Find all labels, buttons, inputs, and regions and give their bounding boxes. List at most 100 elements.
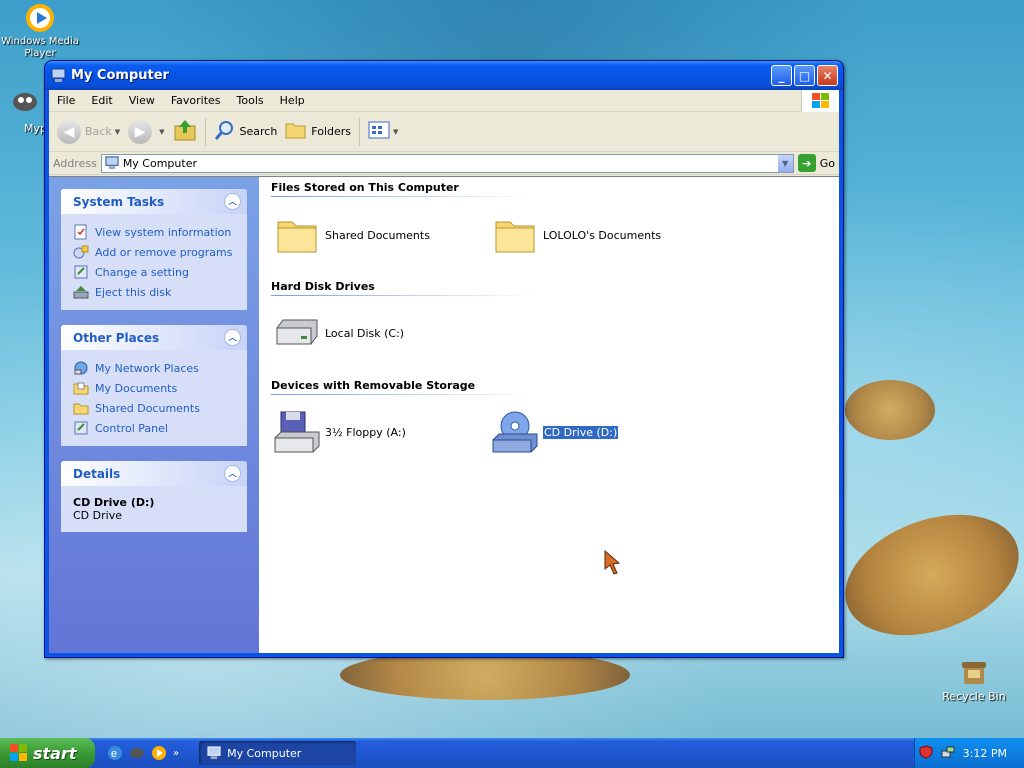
minimize-icon: _ <box>778 68 785 83</box>
toolbar-separator <box>204 117 206 146</box>
menu-favorites[interactable]: Favorites <box>163 94 229 107</box>
go-label: Go <box>819 156 835 170</box>
menu-file[interactable]: File <box>49 94 83 107</box>
address-input[interactable]: My Computer ▼ <box>100 153 794 173</box>
collapse-icon[interactable]: ︿ <box>224 465 241 482</box>
menu-edit[interactable]: Edit <box>83 94 120 107</box>
up-button[interactable] <box>169 117 201 147</box>
up-folder-icon <box>173 118 197 145</box>
collapse-icon[interactable]: ︿ <box>224 329 241 346</box>
svg-text:e: e <box>111 748 117 760</box>
my-computer-icon <box>207 746 221 760</box>
back-button[interactable]: ◀ Back ▼ <box>53 117 124 147</box>
item-lololos-documents[interactable]: LOLOLO's Documents <box>491 211 661 259</box>
taskbar-button-my-computer[interactable]: My Computer <box>199 741 357 765</box>
control-panel-icon <box>73 264 89 280</box>
item-floppy-a[interactable]: 3½ Floppy (A:) <box>273 408 406 456</box>
search-label: Search <box>239 125 278 138</box>
task-label: Add or remove programs <box>95 245 233 259</box>
item-local-disk-c[interactable]: Local Disk (C:) <box>273 309 404 357</box>
item-cd-drive-d[interactable]: CD Drive (D:) <box>491 408 620 456</box>
task-change-a-setting[interactable]: Change a setting <box>73 262 235 282</box>
maximize-button[interactable]: □ <box>794 65 815 86</box>
start-button[interactable]: start <box>0 738 95 768</box>
details-header[interactable]: Details ︿ <box>61 461 247 486</box>
title-bar[interactable]: My Computer _ □ ✕ <box>45 61 843 90</box>
group-header-hard-disk-drives: Hard Disk Drives <box>271 280 375 293</box>
task-view-system-information[interactable]: View system information <box>73 222 235 242</box>
chevron-down-icon: ▼ <box>782 158 789 168</box>
place-control-panel[interactable]: Control Panel <box>73 418 235 438</box>
address-dropdown-button[interactable]: ▼ <box>776 154 793 172</box>
desktop-icon-label: Windows Media Player <box>1 36 79 59</box>
window-body: File Edit View Favorites Tools Help ◀ Ba… <box>49 90 839 653</box>
views-icon <box>368 121 390 142</box>
standard-toolbar: ◀ Back ▼ ▶ ▼ Search Folders ▼ <box>49 112 839 152</box>
address-label: Address <box>53 156 97 170</box>
task-eject-this-disk[interactable]: Eject this disk <box>73 282 235 302</box>
item-label: Local Disk (C:) <box>325 326 405 340</box>
my-computer-window: My Computer _ □ ✕ File Edit View Favorit… <box>44 60 844 658</box>
folders-icon <box>285 120 307 143</box>
panel-body: CD Drive (D:) CD Drive <box>61 486 247 532</box>
chevron-right-icon[interactable]: » <box>173 748 179 759</box>
search-button[interactable]: Search <box>210 117 282 147</box>
menu-view[interactable]: View <box>121 94 163 107</box>
desktop-icon-label: Recycle Bin <box>942 690 1006 703</box>
task-add-remove-programs[interactable]: Add or remove programs <box>73 242 235 262</box>
desktop-icon-media-player[interactable]: Windows Media Player <box>0 2 80 60</box>
media-player-icon <box>24 2 56 34</box>
place-label: My Network Places <box>95 361 199 375</box>
network-icon[interactable] <box>941 745 955 762</box>
window-title: My Computer <box>71 68 169 83</box>
folders-label: Folders <box>311 125 352 138</box>
wallpaper-starfish <box>845 380 935 440</box>
group-divider <box>271 295 536 296</box>
start-label: start <box>33 743 77 763</box>
media-player-icon[interactable] <box>151 745 167 761</box>
desktop-icon-recycle-bin[interactable]: Recycle Bin <box>934 656 1014 703</box>
back-arrow-icon: ◀ <box>57 119 81 144</box>
panel-title: Details <box>73 466 121 481</box>
details-panel: Details ︿ CD Drive (D:) CD Drive <box>61 461 247 532</box>
item-shared-documents[interactable]: Shared Documents <box>273 211 430 259</box>
item-label: Shared Documents <box>325 228 430 242</box>
system-info-icon <box>73 224 89 240</box>
task-label: Eject this disk <box>95 285 172 299</box>
menu-bar: File Edit View Favorites Tools Help <box>49 90 839 112</box>
clock[interactable]: 3:12 PM <box>963 747 1007 760</box>
back-label: Back <box>85 125 112 138</box>
group-header-files: Files Stored on This Computer <box>271 181 459 194</box>
add-remove-programs-icon <box>73 244 89 260</box>
menu-help[interactable]: Help <box>272 94 313 107</box>
shortcut-icon[interactable] <box>129 745 145 761</box>
collapse-icon[interactable]: ︿ <box>224 193 241 210</box>
place-my-documents[interactable]: My Documents <box>73 378 235 398</box>
panel-body: View system information Add or remove pr… <box>61 214 247 310</box>
panel-title: Other Places <box>73 330 160 345</box>
eject-icon <box>73 284 89 300</box>
go-button[interactable]: ➔ Go <box>797 154 835 172</box>
minimize-button[interactable]: _ <box>771 65 792 86</box>
security-shield-icon[interactable] <box>919 744 933 762</box>
place-my-network-places[interactable]: My Network Places <box>73 358 235 378</box>
folders-button[interactable]: Folders <box>281 117 355 147</box>
windows-logo-icon <box>801 90 839 112</box>
close-button[interactable]: ✕ <box>817 65 838 86</box>
other-places-header[interactable]: Other Places ︿ <box>61 325 247 350</box>
chevron-down-icon: ▼ <box>393 127 399 136</box>
task-pane: System Tasks ︿ View system information A… <box>49 177 259 653</box>
place-shared-documents[interactable]: Shared Documents <box>73 398 235 418</box>
views-button[interactable]: ▼ <box>364 117 402 147</box>
place-label: My Documents <box>95 381 178 395</box>
system-tasks-header[interactable]: System Tasks ︿ <box>61 189 247 214</box>
go-arrow-icon: ➔ <box>797 154 816 172</box>
windows-flag-icon <box>10 744 28 762</box>
forward-button[interactable]: ▶ ▼ <box>124 117 168 147</box>
content-area: System Tasks ︿ View system information A… <box>49 176 839 653</box>
group-divider <box>271 196 536 197</box>
panel-title: System Tasks <box>73 194 165 209</box>
details-item-name: CD Drive (D:) <box>73 496 155 509</box>
internet-explorer-icon[interactable]: e <box>107 745 123 761</box>
menu-tools[interactable]: Tools <box>229 94 272 107</box>
